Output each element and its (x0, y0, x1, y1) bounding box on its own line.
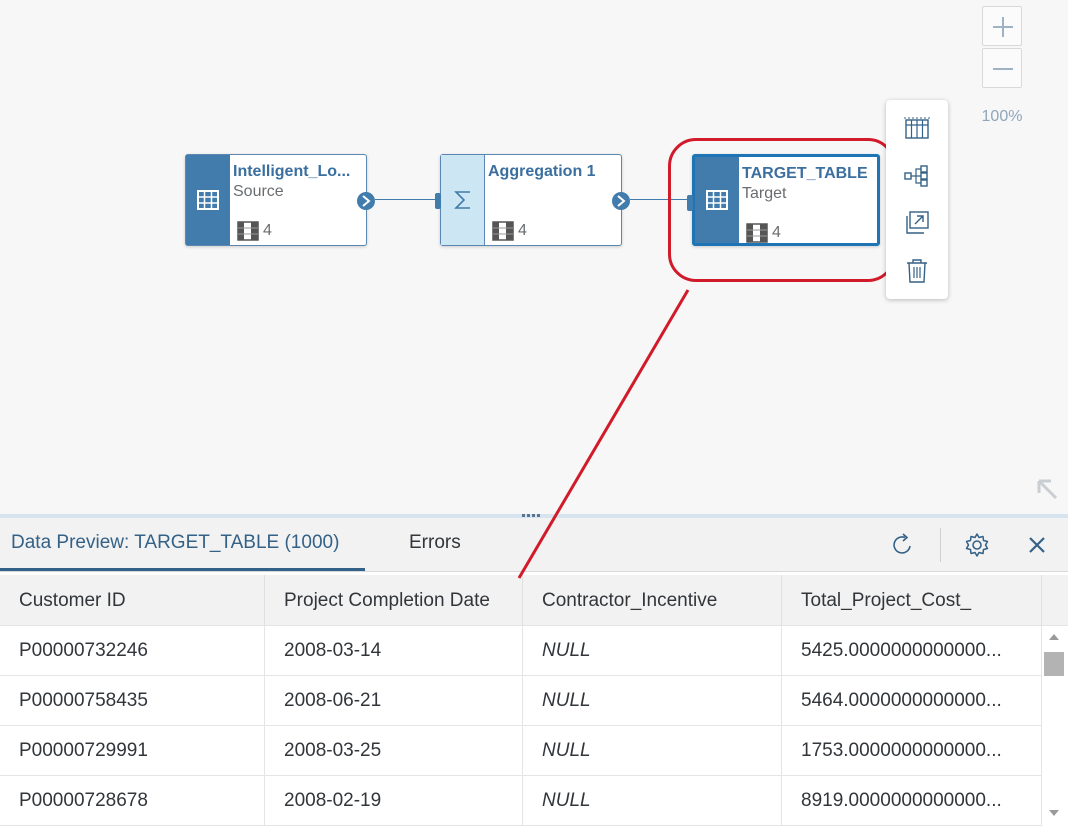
edge-aggregation-target (630, 199, 690, 200)
table-cell: 2008-06-21 (265, 676, 523, 725)
table-cell: NULL (523, 626, 782, 675)
column-header-customer-id[interactable]: Customer ID (0, 575, 265, 626)
table-icon (706, 190, 728, 210)
delete-icon (907, 259, 927, 283)
lineage-icon (904, 165, 928, 187)
close-button[interactable] (1020, 528, 1054, 562)
open-in-editor-button[interactable] (900, 206, 934, 240)
column-header-total-project-cost[interactable]: Total_Project_Cost_ (782, 575, 1042, 626)
table-cell: NULL (523, 776, 782, 825)
columns-count-icon (746, 223, 768, 243)
node-count-value: 4 (772, 224, 781, 241)
plus-icon (993, 17, 1013, 37)
grid-header-row: Customer ID Project Completion Date Cont… (0, 575, 1068, 626)
zoom-out-button[interactable] (982, 48, 1022, 88)
table-cell: 2008-02-19 (265, 776, 523, 825)
table-cell: P00000732246 (0, 626, 265, 675)
table-cell: 5425.0000000000000... (782, 626, 1042, 675)
node-column-count: 4 (492, 221, 527, 241)
settings-icon (965, 533, 989, 557)
node-column-count: 4 (237, 221, 272, 241)
table-row[interactable]: P00000728678 2008-02-19 NULL 8919.000000… (0, 776, 1042, 826)
chevron-right-icon (362, 195, 371, 207)
node-target-band (695, 157, 739, 243)
node-count-value: 4 (518, 222, 527, 239)
delete-button[interactable] (900, 254, 934, 288)
node-subtitle: Source (233, 183, 284, 200)
settings-button[interactable] (960, 528, 994, 562)
edge-source-aggregation (375, 199, 437, 200)
tab-errors[interactable]: Errors (409, 532, 461, 554)
close-icon (1029, 537, 1045, 553)
preview-header: Data Preview: TARGET_TABLE (1000) Errors (0, 518, 1068, 572)
table-icon (197, 190, 219, 210)
node-column-count: 4 (746, 223, 781, 243)
columns-count-icon (492, 221, 514, 241)
node-context-toolbar (886, 100, 948, 299)
header-divider (940, 528, 941, 562)
node-aggregation[interactable]: Aggregation 1 4 (435, 154, 630, 246)
node-title: TARGET_TABLE (742, 165, 868, 182)
active-tab-indicator (0, 568, 365, 571)
columns-button[interactable] (900, 112, 934, 146)
zoom-in-button[interactable] (982, 6, 1022, 46)
chevron-right-icon (617, 195, 626, 207)
node-count-value: 4 (263, 222, 272, 239)
flow-canvas[interactable]: 100% Intelligent_Lo... Source 4 Aggregat… (0, 0, 1068, 514)
node-title: Intelligent_Lo... (233, 163, 351, 180)
scroll-up-icon[interactable] (1048, 632, 1060, 642)
table-cell: 1753.0000000000000... (782, 726, 1042, 775)
table-row[interactable]: P00000758435 2008-06-21 NULL 5464.000000… (0, 676, 1042, 726)
table-cell: 2008-03-14 (265, 626, 523, 675)
scroll-down-icon[interactable] (1048, 808, 1060, 818)
scrollbar-thumb[interactable] (1044, 652, 1064, 676)
table-cell: NULL (523, 676, 782, 725)
table-row[interactable]: P00000732246 2008-03-14 NULL 5425.000000… (0, 626, 1042, 676)
node-title: Aggregation 1 (488, 163, 596, 180)
table-cell: P00000729991 (0, 726, 265, 775)
table-cell: 5464.0000000000000... (782, 676, 1042, 725)
table-cell: P00000728678 (0, 776, 265, 825)
node-source-band (186, 155, 230, 245)
data-preview-panel: Data Preview: TARGET_TABLE (1000) Errors… (0, 518, 1068, 832)
output-port[interactable] (357, 192, 375, 210)
table-row[interactable]: P00000729991 2008-03-25 NULL 1753.000000… (0, 726, 1042, 776)
table-cell: 2008-03-25 (265, 726, 523, 775)
column-header-project-completion-date[interactable]: Project Completion Date (265, 575, 523, 626)
sigma-icon (453, 191, 470, 209)
refresh-button[interactable] (886, 528, 920, 562)
output-port[interactable] (612, 192, 630, 210)
node-subtitle: Target (742, 185, 787, 202)
tab-data-preview[interactable]: Data Preview: TARGET_TABLE (1000) (11, 532, 339, 554)
node-target[interactable]: TARGET_TABLE Target 4 (687, 154, 880, 246)
input-port[interactable] (687, 195, 693, 211)
minus-icon (993, 68, 1013, 70)
zoom-level-label: 100% (981, 108, 1023, 125)
input-port[interactable] (435, 193, 441, 209)
table-cell: 8919.0000000000000... (782, 776, 1042, 825)
columns-count-icon (237, 221, 259, 241)
table-cell: NULL (523, 726, 782, 775)
collapse-arrow-icon[interactable] (1036, 478, 1058, 500)
open-in-new-icon (906, 211, 929, 234)
lineage-button[interactable] (900, 159, 934, 193)
node-aggregation-band (441, 155, 485, 245)
column-header-contractor-incentive[interactable]: Contractor_Incentive (523, 575, 782, 626)
table-cell: P00000758435 (0, 676, 265, 725)
node-source[interactable]: Intelligent_Lo... Source 4 (185, 154, 375, 246)
splitter-grip-icon[interactable] (519, 509, 543, 517)
columns-icon (904, 117, 930, 139)
refresh-icon (893, 533, 911, 554)
